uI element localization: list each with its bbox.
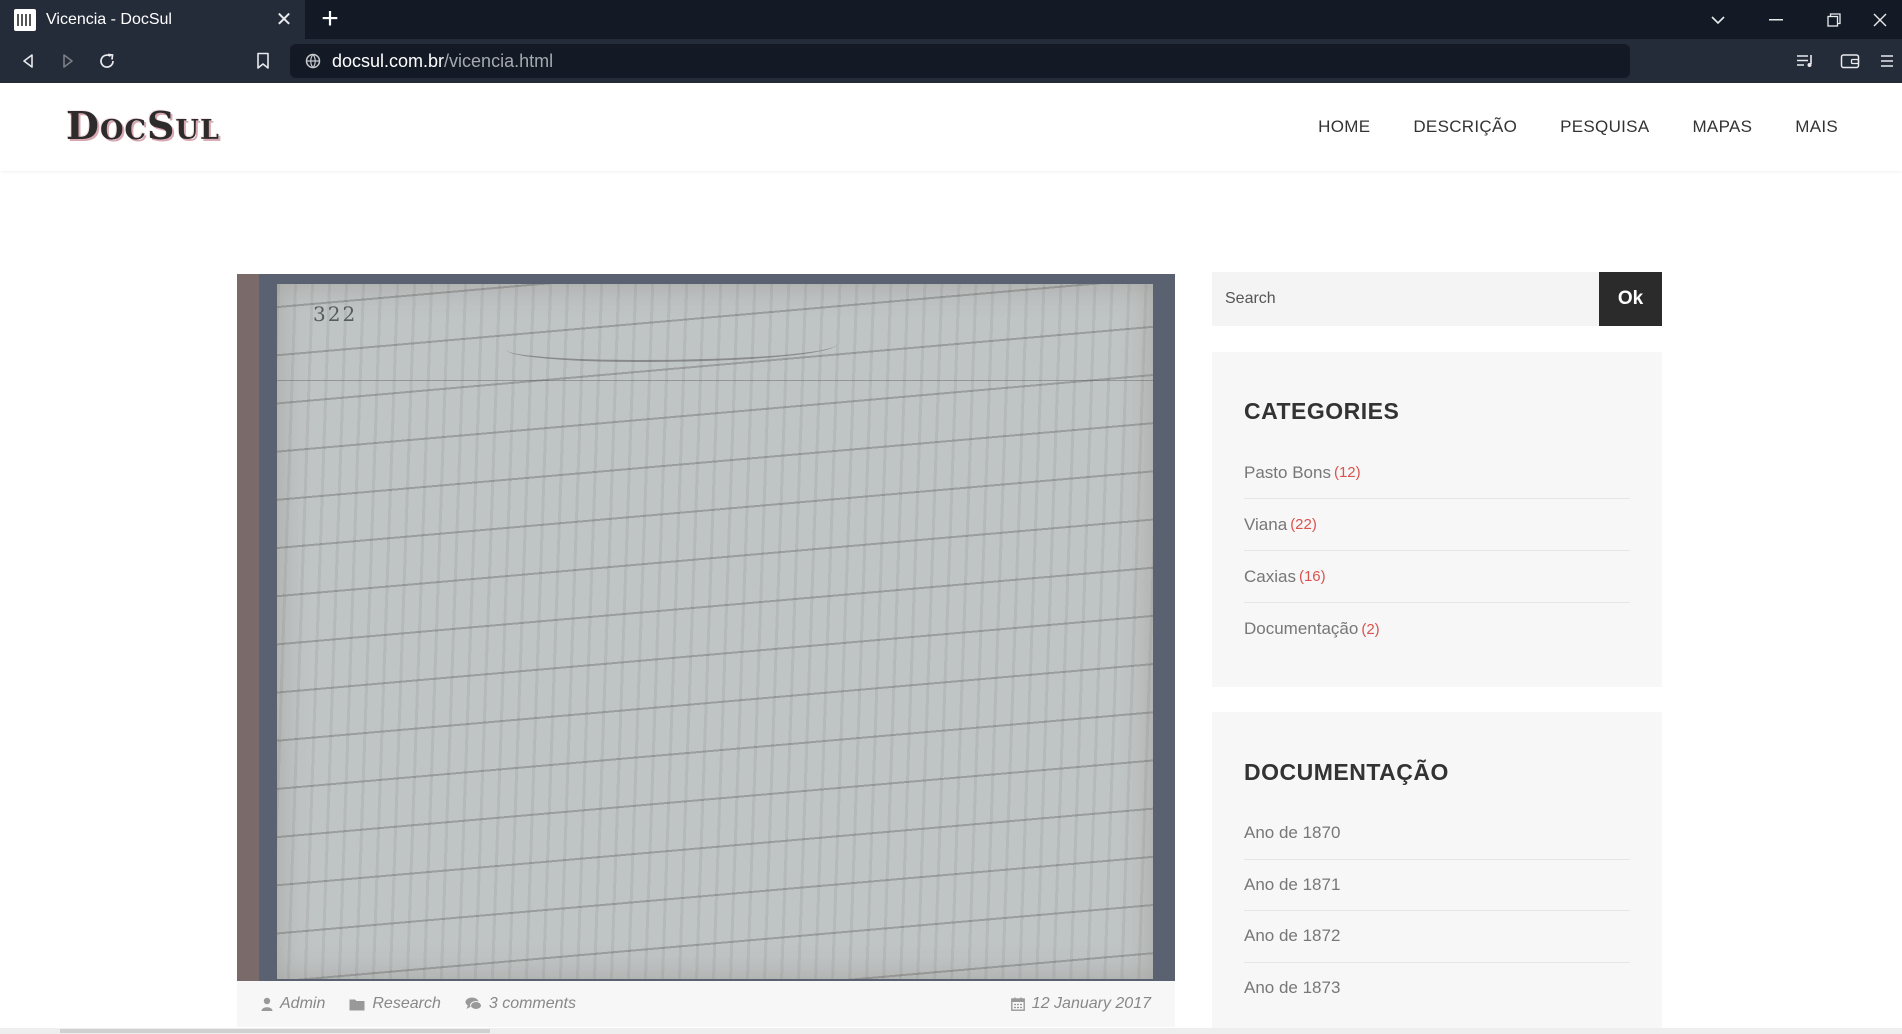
post-author[interactable]: Admin <box>261 995 325 1013</box>
main-navigation: HOME DESCRIÇÃO PESQUISA MAPAS MAIS <box>1275 83 1838 171</box>
documentacao-item: Ano de 1870 <box>1244 808 1630 860</box>
category-count: (16) <box>1298 568 1326 585</box>
post-date-label: 12 January 2017 <box>1031 995 1151 1012</box>
post-author-label: Admin <box>280 995 326 1012</box>
playlist-icon[interactable] <box>1790 46 1822 76</box>
tab-search-icon[interactable] <box>1690 0 1746 39</box>
category-item: Documentação (2) <box>1244 603 1630 655</box>
reload-icon[interactable] <box>91 46 123 76</box>
calendar-icon <box>1010 997 1025 1011</box>
category-item: Viana (22) <box>1244 499 1630 551</box>
sidebar-search: Ok <box>1212 272 1662 326</box>
category-link-caxias[interactable]: Caxias <box>1244 567 1296 587</box>
horizontal-scrollbar-thumb[interactable] <box>60 1029 490 1033</box>
close-icon[interactable] <box>1858 0 1902 39</box>
site-header: DocSul HOME DESCRIÇÃO PESQUISA MAPAS MAI… <box>0 83 1902 171</box>
forward-icon[interactable] <box>52 46 84 76</box>
comments-icon <box>465 997 482 1010</box>
site-favicon-icon <box>14 8 36 31</box>
category-count: (22) <box>1290 516 1317 533</box>
user-icon <box>261 997 273 1011</box>
categories-widget: CATEGORIES Pasto Bons (12) Viana (22) Ca… <box>1212 352 1662 687</box>
post-category[interactable]: Research <box>349 995 441 1013</box>
post-meta: Admin Research 3 comments 12 January 201… <box>237 981 1175 1027</box>
bookmark-icon[interactable] <box>247 46 279 76</box>
category-item: Pasto Bons (12) <box>1244 447 1630 499</box>
category-item: Caxias (16) <box>1244 551 1630 603</box>
documentacao-item: Ano de 1871 <box>1244 860 1630 911</box>
restore-icon[interactable] <box>1806 0 1862 39</box>
tab-close-icon[interactable]: ✕ <box>269 10 299 30</box>
post-comments[interactable]: 3 comments <box>465 995 576 1013</box>
post-comments-label: 3 comments <box>488 995 576 1012</box>
category-link-viana[interactable]: Viana <box>1244 515 1287 535</box>
search-ok-button[interactable]: Ok <box>1599 272 1662 326</box>
browser-tab[interactable]: Vicencia - DocSul ✕ <box>0 0 305 39</box>
url-host: docsul.com.br <box>332 50 445 71</box>
nav-mais[interactable]: MAIS <box>1795 117 1838 137</box>
documentacao-title: DOCUMENTAÇÃO <box>1244 759 1449 785</box>
documentacao-list: Ano de 1870 Ano de 1871 Ano de 1872 Ano … <box>1244 808 1630 1014</box>
documentacao-item: Ano de 1872 <box>1244 911 1630 963</box>
year-link-1873[interactable]: Ano de 1873 <box>1244 978 1340 998</box>
manuscript-page: 322 <box>277 284 1153 979</box>
new-tab-button[interactable]: + <box>315 3 345 35</box>
documentacao-item: Ano de 1873 <box>1244 963 1630 1015</box>
nav-mapas[interactable]: MAPAS <box>1692 117 1752 137</box>
post-date: 12 January 2017 <box>1010 995 1151 1013</box>
manuscript-page-number: 322 <box>313 302 358 326</box>
browser-tab-strip: Vicencia - DocSul ✕ + <box>0 0 1902 39</box>
minimize-icon[interactable] <box>1748 0 1804 39</box>
menu-icon[interactable] <box>1874 46 1900 76</box>
tab-title: Vicencia - DocSul <box>46 10 172 28</box>
folder-icon <box>349 999 365 1010</box>
category-link-documentacao[interactable]: Documentação <box>1244 619 1358 639</box>
year-link-1870[interactable]: Ano de 1870 <box>1244 823 1340 843</box>
category-link-pasto-bons[interactable]: Pasto Bons <box>1244 463 1331 483</box>
year-link-1872[interactable]: Ano de 1872 <box>1244 926 1340 946</box>
nav-descricao[interactable]: DESCRIÇÃO <box>1413 117 1517 137</box>
site-info-icon[interactable] <box>304 52 322 70</box>
browser-toolbar: docsul.com.br/vicencia.html <box>0 39 1902 83</box>
category-count: (12) <box>1333 464 1361 481</box>
categories-list: Pasto Bons (12) Viana (22) Caxias (16) D… <box>1244 447 1630 655</box>
post-featured-image[interactable]: 322 <box>237 274 1175 981</box>
year-link-1871[interactable]: Ano de 1871 <box>1244 875 1340 895</box>
categories-title: CATEGORIES <box>1244 398 1400 424</box>
manuscript-rule <box>277 380 1153 381</box>
manuscript-heading-stroke <box>507 332 837 362</box>
site-logo[interactable]: DocSul <box>66 103 220 148</box>
search-input[interactable] <box>1212 272 1599 326</box>
back-icon[interactable] <box>12 46 44 76</box>
nav-pesquisa[interactable]: PESQUISA <box>1560 117 1649 137</box>
nav-home[interactable]: HOME <box>1318 117 1370 137</box>
documentacao-widget: DOCUMENTAÇÃO Ano de 1870 Ano de 1871 Ano… <box>1212 712 1662 1034</box>
wallet-icon[interactable] <box>1834 46 1866 76</box>
post-category-label: Research <box>372 995 441 1012</box>
address-bar[interactable]: docsul.com.br/vicencia.html <box>290 44 1630 78</box>
url-text: docsul.com.br/vicencia.html <box>332 51 553 72</box>
category-count: (2) <box>1361 620 1380 638</box>
url-path: /vicencia.html <box>444 50 554 71</box>
